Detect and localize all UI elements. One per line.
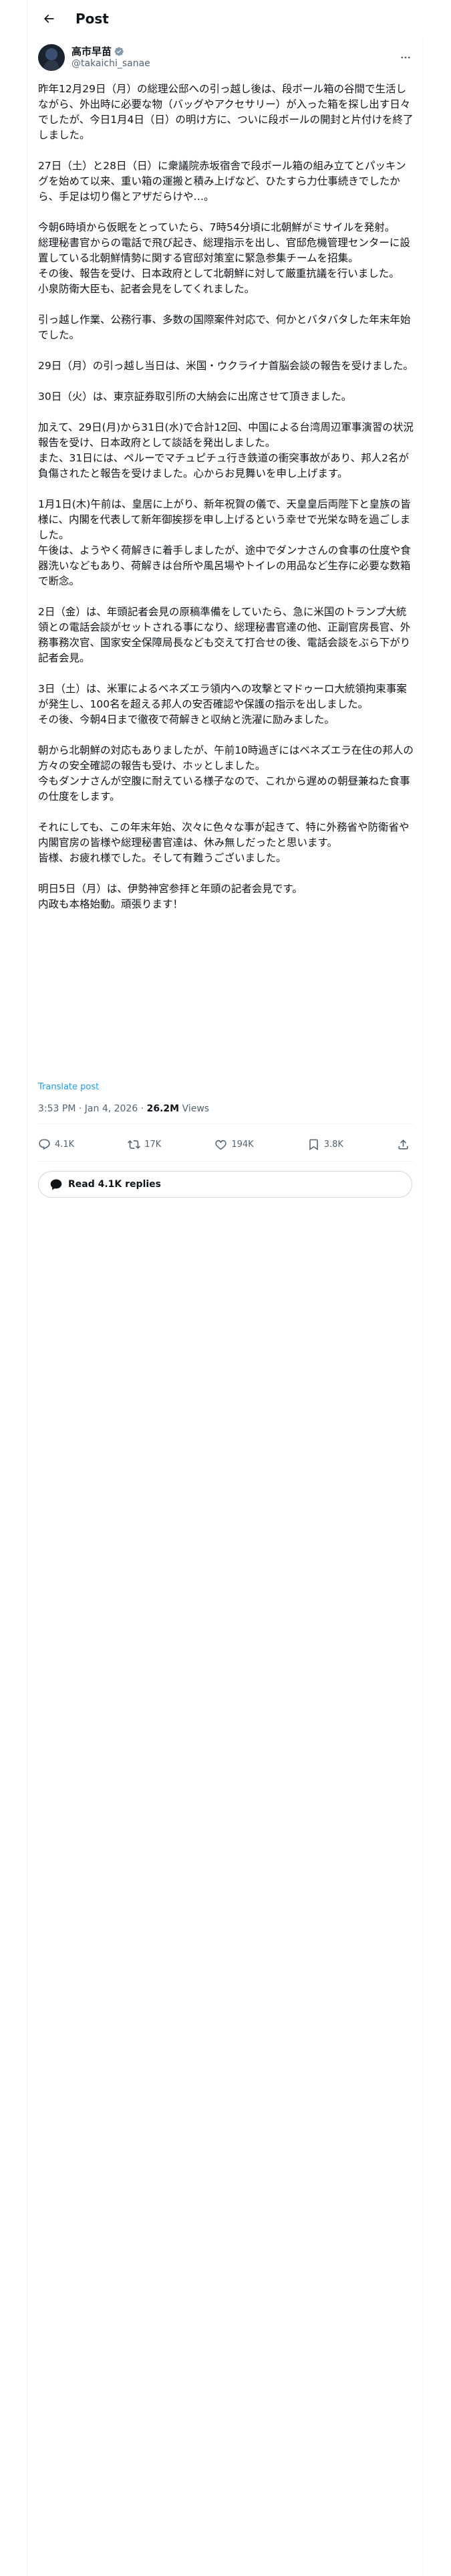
post-time[interactable]: 3:53 PM [38, 1103, 76, 1114]
top-bar: Post [27, 0, 424, 37]
author-handle[interactable]: @takaichi_sanae [71, 58, 150, 70]
main-column: Post 高市早苗 @takaichi_sanae 昨年12月29日（月）の総理… [27, 0, 424, 2576]
repost-icon [128, 1140, 141, 1149]
post-text: 昨年12月29日（月）の総理公邸への引っ越し後は、段ボール箱の谷間で生活しながら… [38, 83, 414, 910]
post-date[interactable]: Jan 4, 2026 [85, 1103, 138, 1114]
more-icon [401, 56, 410, 59]
name-row: 高市早苗 [71, 45, 150, 58]
read-replies-button[interactable]: Read 4.1K replies [38, 1171, 412, 1198]
divider [38, 1123, 414, 1124]
repost-button[interactable]: 17K [128, 1138, 161, 1151]
bookmark-count: 3.8K [323, 1139, 343, 1150]
views-label: Views [179, 1103, 210, 1114]
back-arrow-icon [43, 14, 54, 23]
reply-icon [39, 1139, 50, 1150]
like-icon [215, 1140, 227, 1150]
like-count: 194K [231, 1139, 254, 1150]
bookmark-button[interactable]: 3.8K [307, 1138, 343, 1151]
meta-separator: · [76, 1103, 85, 1114]
repost-count: 17K [144, 1139, 162, 1150]
page-title: Post [76, 11, 109, 27]
avatar[interactable] [38, 44, 65, 71]
author-display-name[interactable]: 高市早苗 [71, 45, 112, 58]
share-button[interactable] [397, 1138, 414, 1151]
post-author: 高市早苗 @takaichi_sanae [38, 43, 414, 72]
reply-button[interactable]: 4.1K [38, 1138, 74, 1151]
reply-count: 4.1K [55, 1139, 75, 1150]
divider [38, 1161, 414, 1162]
meta-separator: · [138, 1103, 147, 1114]
share-icon [398, 1139, 408, 1150]
back-button[interactable] [37, 7, 61, 31]
verified-badge-icon [114, 46, 124, 57]
read-replies-label: Read 4.1K replies [68, 1179, 161, 1190]
like-button[interactable]: 194K [214, 1138, 254, 1151]
more-button[interactable] [398, 49, 414, 66]
translate-post-link[interactable]: Translate post [38, 1082, 99, 1092]
views-count: 26.2M [146, 1103, 180, 1114]
action-bar: 4.1K 17K 194K 3.8K [38, 1128, 414, 1160]
post-meta: 3:53 PM · Jan 4, 2026 · 26.2M Views [38, 1103, 209, 1114]
bookmark-icon [309, 1139, 318, 1150]
chat-bubble-icon [50, 1179, 62, 1190]
author-names: 高市早苗 @takaichi_sanae [71, 45, 150, 70]
